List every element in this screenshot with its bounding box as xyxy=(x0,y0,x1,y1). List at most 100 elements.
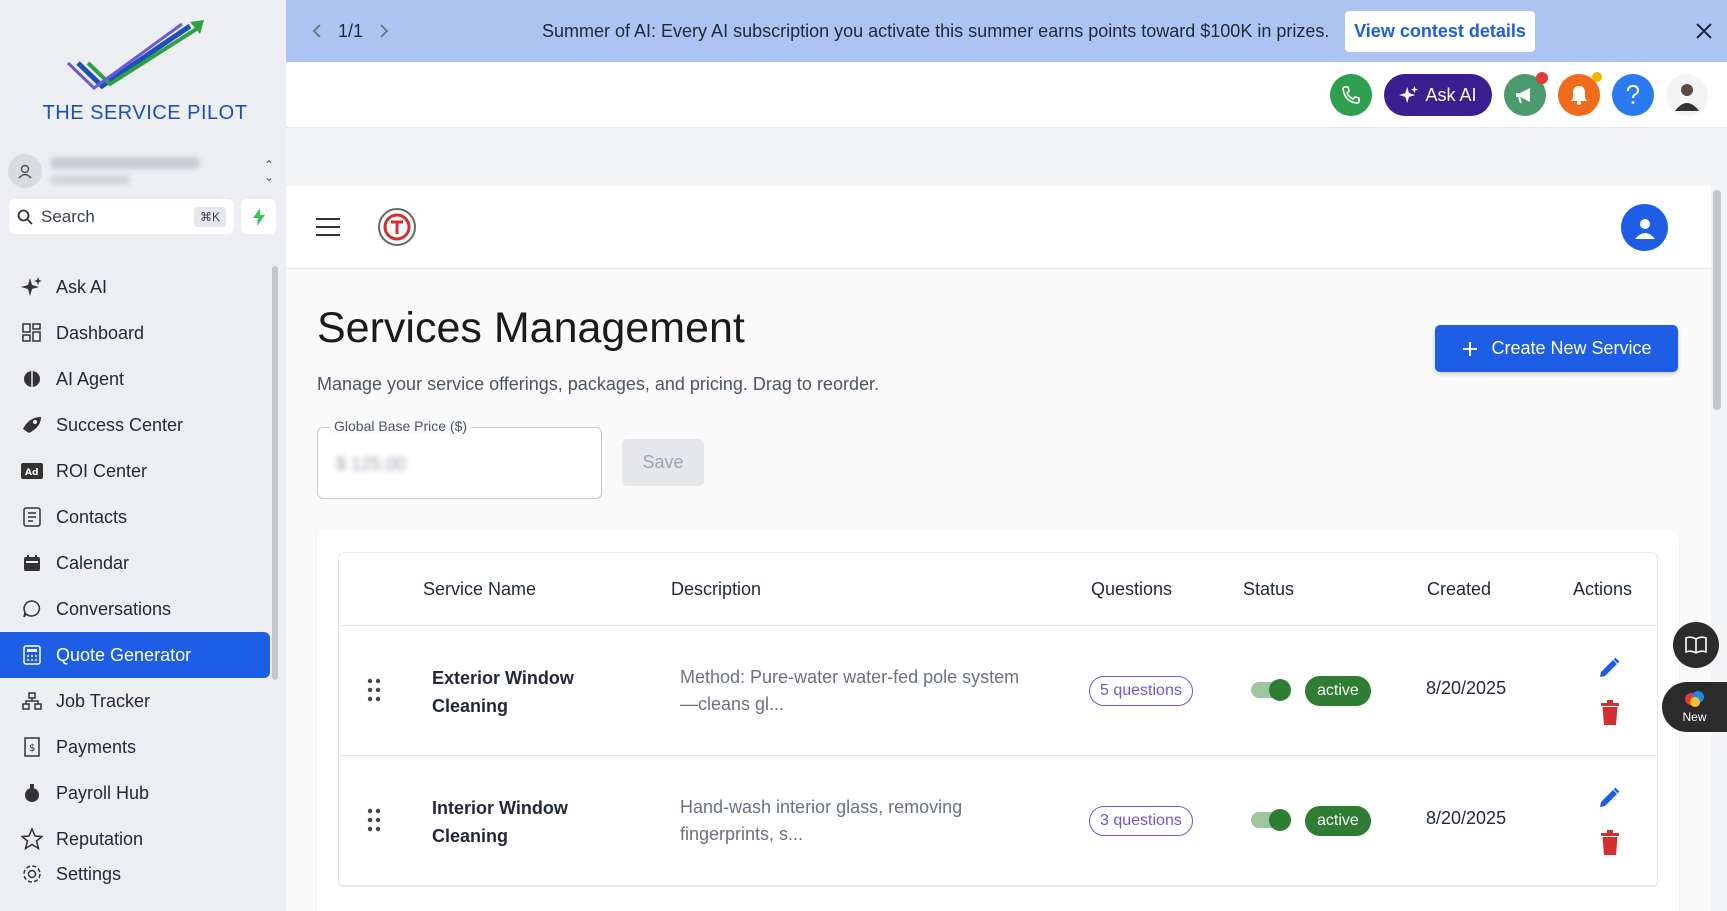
sidebar: THE SERVICE PILOT ⌃ ⌄ Search ⌘K Ask AI Da… xyxy=(0,0,286,911)
sidebar-item-label: Payroll Hub xyxy=(56,782,150,803)
ask-ai-label: Ask AI xyxy=(1425,84,1477,105)
phone-button[interactable] xyxy=(1330,74,1372,116)
sidebar-item-ask-ai[interactable]: Ask AI xyxy=(0,264,270,310)
calculator-icon xyxy=(20,643,44,667)
status-toggle[interactable] xyxy=(1251,809,1291,831)
sidebar-item-success-center[interactable]: Success Center xyxy=(0,402,270,448)
notification-dot xyxy=(1536,72,1548,84)
content-scrollbar[interactable] xyxy=(1713,190,1721,410)
price-field-label: Global Base Price ($) xyxy=(330,418,472,434)
column-header[interactable]: Created xyxy=(1427,579,1491,600)
sidebar-item-quote-generator[interactable]: Quote Generator xyxy=(0,632,270,678)
sidebar-item-label: Quote Generator xyxy=(56,644,192,665)
receipt-icon: $ xyxy=(20,735,44,759)
created-date: 8/20/2025 xyxy=(1426,678,1507,698)
sidebar-item-label: Ask AI xyxy=(56,276,108,297)
sidebar-item-settings[interactable]: Settings xyxy=(0,858,270,890)
profile-avatar[interactable] xyxy=(1666,74,1708,116)
status-badge: active xyxy=(1305,676,1371,706)
service-description: Method: Pure-water water-fed pole system… xyxy=(680,667,1020,714)
table-row: Interior Window Cleaning Hand-wash inter… xyxy=(339,756,1657,886)
sidebar-item-roi-center[interactable]: Ad ROI Center xyxy=(0,448,270,494)
table-header: Service Name Description Questions Statu… xyxy=(339,553,1657,626)
sidebar-item-label: Dashboard xyxy=(56,322,145,343)
brand-logo[interactable]: THE SERVICE PILOT xyxy=(40,18,250,130)
sparkle-icon xyxy=(20,275,44,299)
drag-handle-icon[interactable] xyxy=(367,808,381,832)
questions-badge[interactable]: 5 questions xyxy=(1089,676,1193,706)
questions-badge[interactable]: 3 questions xyxy=(1089,806,1193,836)
services-table: Service Name Description Questions Statu… xyxy=(338,552,1658,887)
status-toggle[interactable] xyxy=(1251,679,1291,701)
svg-text:$: $ xyxy=(29,743,35,754)
notifications-button[interactable] xyxy=(1558,72,1602,116)
sidebar-item-job-tracker[interactable]: Job Tracker xyxy=(0,678,270,724)
save-button[interactable]: Save xyxy=(622,439,704,486)
chevron-updown-icon: ⌃ ⌄ xyxy=(263,158,275,184)
announcements-button[interactable] xyxy=(1504,72,1548,116)
sidebar-item-payments[interactable]: $ Payments xyxy=(0,724,270,770)
sidebar-item-reputation[interactable]: Reputation xyxy=(0,816,270,862)
gear-icon xyxy=(20,862,44,886)
sidebar-item-label: Contacts xyxy=(56,506,128,527)
user-photo-icon xyxy=(1675,84,1699,111)
top-toolbar: Ask AI xyxy=(286,62,1727,128)
column-header[interactable]: Status xyxy=(1243,579,1294,600)
sidebar-item-payroll-hub[interactable]: Payroll Hub xyxy=(0,770,270,816)
edit-icon[interactable] xyxy=(1597,656,1621,680)
phone-icon xyxy=(1342,86,1360,104)
rocket-icon xyxy=(20,413,44,437)
sidebar-item-label: Settings xyxy=(56,863,122,884)
app-frame: Services Management Manage your service … xyxy=(286,186,1721,911)
services-card: Service Name Description Questions Statu… xyxy=(317,530,1679,911)
sidebar-scrollbar[interactable] xyxy=(272,266,278,680)
create-new-service-button[interactable]: Create New Service xyxy=(1435,325,1678,372)
colorful-badge-icon xyxy=(1684,691,1704,707)
search-input[interactable]: Search ⌘K xyxy=(9,199,234,234)
account-switcher[interactable]: ⌃ ⌄ xyxy=(8,150,278,192)
banner-message: Summer of AI: Every AI subscription you … xyxy=(542,20,1330,41)
user-menu-button[interactable] xyxy=(1621,204,1668,251)
table-row: Exterior Window Cleaning Method: Pure-wa… xyxy=(339,626,1657,756)
global-base-price-input[interactable]: Global Base Price ($) $ 125.00 xyxy=(317,418,602,499)
account-icon xyxy=(8,154,42,188)
star-icon xyxy=(20,827,44,851)
question-icon xyxy=(1627,85,1640,104)
sidebar-item-contacts[interactable]: Contacts xyxy=(0,494,270,540)
help-button[interactable] xyxy=(1612,74,1654,116)
quick-action-button[interactable] xyxy=(241,199,276,234)
chevron-left-icon[interactable] xyxy=(312,23,322,39)
sidebar-item-label: Job Tracker xyxy=(56,690,151,711)
drag-handle-icon[interactable] xyxy=(367,678,381,702)
delete-icon[interactable] xyxy=(1599,830,1621,856)
notification-dot xyxy=(1592,72,1602,82)
brand-name: THE SERVICE PILOT xyxy=(42,102,248,124)
sidebar-item-dashboard[interactable]: Dashboard xyxy=(0,310,270,356)
sidebar-item-label: AI Agent xyxy=(56,368,125,389)
sparkle-icon xyxy=(1399,85,1419,104)
page-subtitle: Manage your service offerings, packages,… xyxy=(317,374,879,394)
grid-icon xyxy=(20,321,44,345)
chevron-right-icon[interactable] xyxy=(379,23,389,39)
view-contest-button[interactable]: View contest details xyxy=(1345,11,1535,52)
column-header[interactable]: Service Name xyxy=(423,579,536,600)
megaphone-icon xyxy=(1516,88,1530,104)
column-header[interactable]: Questions xyxy=(1091,579,1172,600)
svg-text:Ad: Ad xyxy=(25,468,38,478)
sidebar-item-ai-agent[interactable]: AI Agent xyxy=(0,356,270,402)
edit-icon[interactable] xyxy=(1597,786,1621,810)
docs-floating-button[interactable] xyxy=(1673,622,1719,668)
ask-ai-button[interactable]: Ask AI xyxy=(1384,74,1492,116)
whats-new-floating-button[interactable]: New xyxy=(1662,682,1727,732)
menu-icon[interactable] xyxy=(316,218,340,236)
sidebar-item-label: Calendar xyxy=(56,552,130,573)
create-service-label: Create New Service xyxy=(1491,338,1652,358)
column-header[interactable]: Description xyxy=(671,579,761,600)
company-logo-icon xyxy=(378,208,416,246)
sidebar-item-label: Conversations xyxy=(56,598,172,619)
sidebar-item-calendar[interactable]: Calendar xyxy=(0,540,270,586)
close-icon[interactable] xyxy=(1692,19,1716,43)
sidebar-item-conversations[interactable]: Conversations xyxy=(0,586,270,632)
status-badge: active xyxy=(1305,806,1371,836)
delete-icon[interactable] xyxy=(1599,700,1621,726)
